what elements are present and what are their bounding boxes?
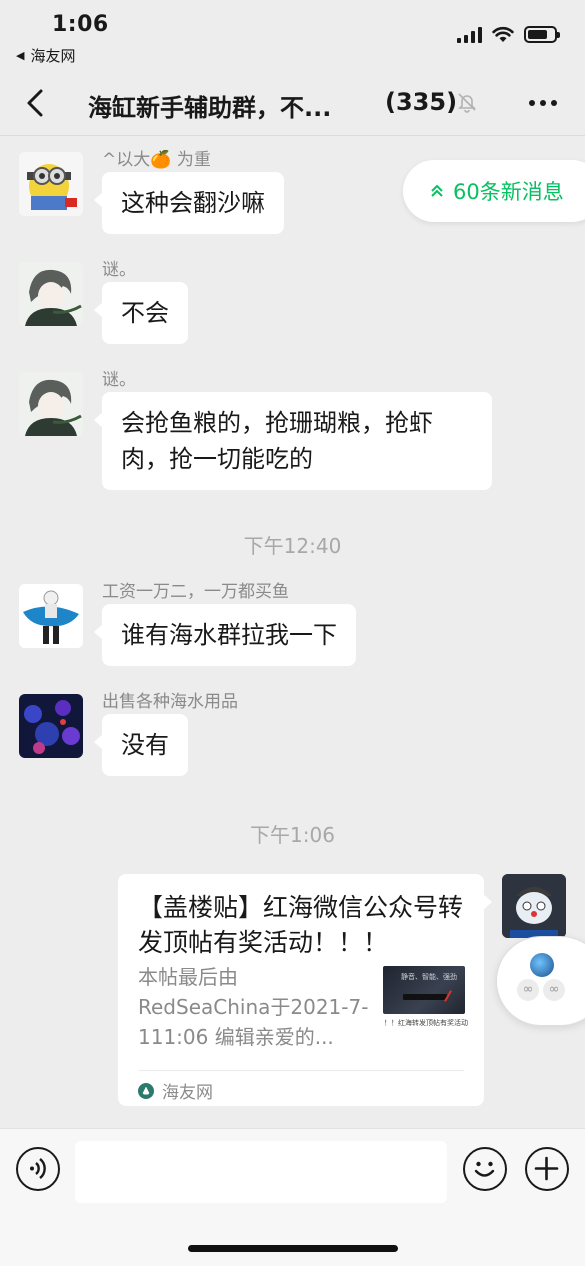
- status-time: 1:06: [52, 12, 109, 37]
- sender-name: ^以大🍊 为重: [102, 150, 211, 170]
- message-bubble[interactable]: 没有: [94, 714, 188, 776]
- message-bubble[interactable]: 会抢鱼粮的，抢珊瑚粮，抢虾肉，抢一切能吃的: [94, 392, 492, 490]
- back-app-label: 海友网: [30, 47, 76, 65]
- card-source: 海友网: [138, 1078, 213, 1103]
- card-description: 本帖最后由RedSeaChina于2021-7-111:06 编辑亲爱的...: [138, 965, 369, 1049]
- avatar[interactable]: [19, 152, 83, 216]
- sender-name: 谜。: [102, 370, 136, 390]
- home-indicator[interactable]: [188, 1245, 398, 1252]
- back-triangle-icon: ◀: [16, 49, 25, 62]
- self-avatar[interactable]: [502, 874, 566, 938]
- sender-name: 工资一万二，一万都买鱼: [102, 582, 289, 602]
- avatar[interactable]: [19, 584, 83, 648]
- more-dots-icon[interactable]: [529, 100, 557, 106]
- link-icon: ∞: [517, 979, 539, 1001]
- mute-bell-icon: [458, 93, 476, 113]
- sender-name: 出售各种海水用品: [102, 692, 238, 712]
- member-count: (335): [385, 88, 458, 116]
- message-input[interactable]: [75, 1141, 447, 1203]
- card-divider: [138, 1070, 464, 1071]
- timestamp: 下午12:40: [243, 534, 342, 558]
- message-bubble[interactable]: 不会: [94, 282, 188, 344]
- floating-window-widget[interactable]: ∞ ∞: [496, 936, 585, 1026]
- new-messages-button[interactable]: 60条新消息: [403, 160, 585, 222]
- status-icons: [457, 26, 560, 43]
- avatar[interactable]: [19, 372, 83, 436]
- source-logo-icon: [138, 1082, 154, 1099]
- shared-link-card[interactable]: 【盖楼贴】红海微信公众号转发顶帖有奖活动！！！ 本帖最后由RedSeaChina…: [118, 874, 492, 1106]
- plus-icon[interactable]: [525, 1147, 569, 1191]
- card-title: 【盖楼贴】红海微信公众号转发顶帖有奖活动！！！: [138, 893, 464, 957]
- voice-icon[interactable]: [16, 1147, 60, 1191]
- card-source-label: 海友网: [162, 1083, 213, 1103]
- back-to-app-link[interactable]: ◀ 海友网: [16, 45, 75, 66]
- assistant-orb-icon: [530, 953, 554, 977]
- thumb-caption: ！！红海转发顶帖有奖活动: [384, 1019, 468, 1027]
- new-messages-label: 60条新消息: [453, 180, 564, 204]
- sender-name: 谜。: [102, 260, 136, 280]
- avatar[interactable]: [19, 694, 83, 758]
- signal-icon: [457, 26, 482, 43]
- message-bubble[interactable]: 这种会翻沙嘛: [94, 172, 284, 234]
- link-icon: ∞: [543, 979, 565, 1001]
- card-thumbnail: 静音、智能、强劲: [383, 966, 465, 1014]
- emoji-icon[interactable]: [463, 1147, 507, 1191]
- chat-title: 海缸新手辅助群，不...: [88, 94, 332, 122]
- timestamp: 下午1:06: [250, 823, 335, 847]
- status-bar: 1:06 ◀ 海友网: [0, 0, 585, 70]
- back-arrow-icon[interactable]: [20, 86, 52, 120]
- battery-icon: [524, 26, 560, 43]
- wifi-icon: [492, 27, 514, 42]
- thumb-text: 静音、智能、强劲: [401, 973, 457, 981]
- avatar[interactable]: [19, 262, 83, 326]
- message-bubble[interactable]: 谁有海水群拉我一下: [94, 604, 356, 666]
- double-chevron-up-icon: [431, 184, 443, 197]
- chat-header: 海缸新手辅助群，不... (335): [0, 70, 585, 136]
